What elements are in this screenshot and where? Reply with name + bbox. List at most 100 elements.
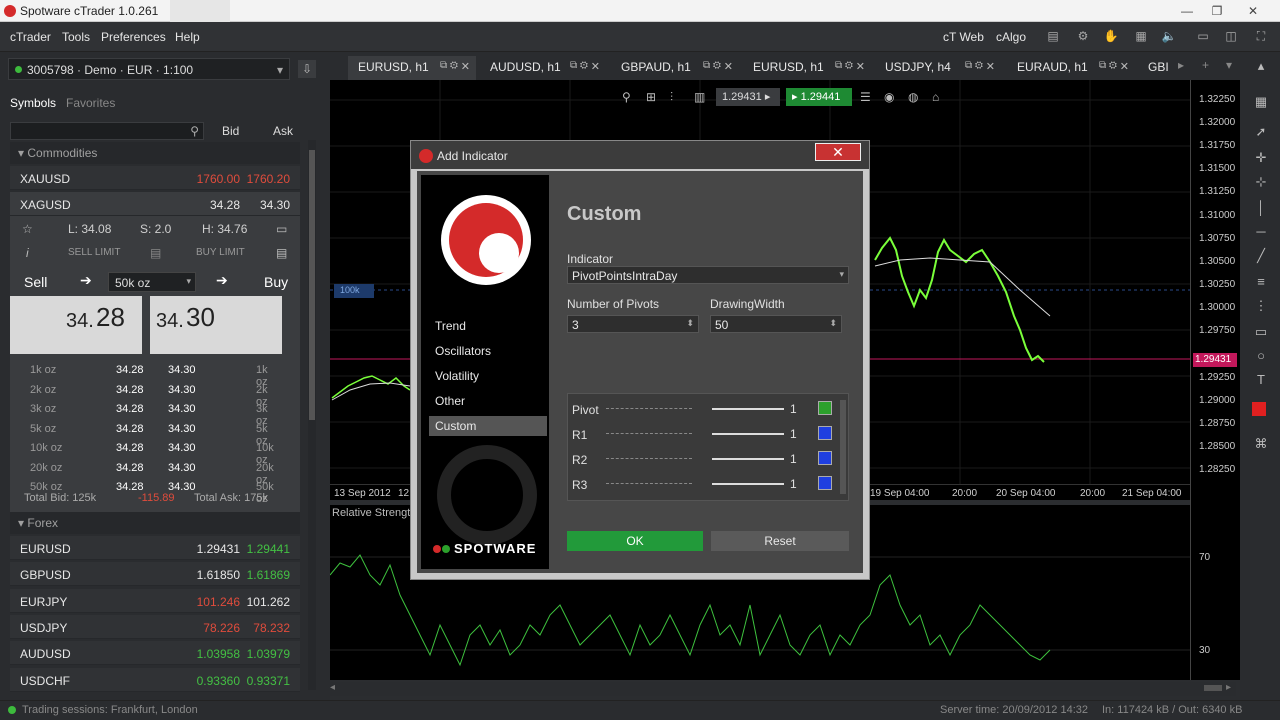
dialog-close-button[interactable]: ✕ (815, 143, 861, 161)
line-row-r2[interactable]: R2 1 (572, 448, 846, 470)
menu-help[interactable]: Help (175, 30, 200, 44)
buy-quick-button[interactable]: ▸ 1.29441 (786, 88, 852, 106)
sell-limit-button[interactable]: SELL LIMIT (68, 247, 120, 258)
grid-icon[interactable]: ▦ (1252, 94, 1270, 112)
scrollbar-thumb[interactable] (309, 150, 315, 420)
ladder-row[interactable]: 5k oz 34.28 34.30 5k oz (10, 423, 282, 447)
minimize-button[interactable]: — (1176, 2, 1198, 20)
order-icon[interactable]: ▤ (150, 246, 161, 260)
crosshair-icon[interactable]: ⊞ (646, 90, 656, 104)
sell-button[interactable]: 34. 28 (10, 296, 142, 354)
info-icon[interactable]: i (26, 246, 29, 260)
close-icon[interactable]: ✕ (461, 60, 470, 73)
tab-scroll-right-icon[interactable]: ▸ (1178, 58, 1184, 72)
panel-icon[interactable]: ◫ (1222, 29, 1240, 45)
tab-chart-2[interactable]: AUDUSD, h1 ⧉ ⚙ ✕ (480, 56, 606, 80)
calendar-icon[interactable]: ▦ (1132, 29, 1150, 45)
quantity-selector[interactable]: 50k oz ▾ (108, 272, 196, 292)
tabs-menu-icon[interactable]: ▾ (1226, 58, 1232, 72)
chart-type-icon[interactable]: ▥ (694, 90, 705, 104)
menu-tools[interactable]: Tools (62, 30, 90, 44)
fullscreen-icon[interactable]: ⛶ (1252, 29, 1270, 45)
horizontal-line-icon[interactable]: ─ (1252, 224, 1270, 242)
camera-icon[interactable]: ⌘ (1252, 436, 1270, 454)
line-style-select[interactable] (606, 433, 692, 434)
symbol-row-usdjpy[interactable]: USDJPY 78.226 78.232 (10, 614, 300, 639)
ladder-row[interactable]: 10k oz 34.28 34.30 10k oz (10, 442, 282, 466)
column-bid[interactable]: Bid (222, 124, 239, 138)
pivots-stepper[interactable]: 3 ⬍ (567, 315, 699, 333)
ladder-row[interactable]: 1k oz 34.28 34.30 1k oz (10, 364, 282, 388)
symbols-scrollbar[interactable] (308, 140, 316, 690)
chart-icon[interactable]: ▭ (276, 222, 287, 236)
ok-button[interactable]: OK (567, 531, 703, 551)
detach-icon[interactable]: ⧉ ⚙ (570, 60, 588, 71)
drawing-width-stepper[interactable]: 50 ⬍ (710, 315, 842, 333)
ctweb-link[interactable]: cT Web (943, 30, 984, 44)
robot-icon[interactable]: ⌂ (932, 90, 939, 104)
hand-icon[interactable]: ✋ (1102, 29, 1120, 45)
ladder-row[interactable]: 2k oz 34.28 34.30 2k oz (10, 384, 282, 408)
star-icon[interactable]: ☆ (22, 222, 33, 236)
line-style-select[interactable] (606, 408, 692, 409)
tab-chart-1[interactable]: EURUSD, h1 ⧉ ⚙ ✕ (348, 56, 476, 80)
line-row-r3[interactable]: R3 1 (572, 473, 846, 495)
price-axis[interactable]: 1.32250 1.32000 1.31750 1.31500 1.31250 1.310… (1190, 80, 1240, 680)
detach-icon[interactable]: ⧉ ⚙ (1099, 60, 1117, 71)
line-row-pivot[interactable]: Pivot 1 (572, 398, 846, 420)
stepper-icon[interactable]: ⬍ (829, 318, 837, 329)
line-style-select[interactable] (606, 458, 692, 459)
section-commodities[interactable]: ▾ Commodities (10, 142, 300, 164)
ladder-row[interactable]: 20k oz 34.28 34.30 20k oz (10, 462, 282, 486)
zoom-icon[interactable]: ⚲ (622, 90, 631, 104)
category-oscillators[interactable]: Oscillators (435, 344, 491, 358)
buy-button[interactable]: 34. 30 (150, 296, 282, 354)
tab-chart-6[interactable]: EURAUD, h1 ⧉ ⚙ ✕ (1007, 56, 1135, 80)
tab-chart-5[interactable]: USDJPY, h4 ⧉ ⚙ ✕ (875, 56, 1001, 80)
line-color-swatch[interactable] (818, 426, 832, 440)
journal-icon[interactable]: ▤ (1044, 29, 1062, 45)
tab-chart-3[interactable]: GBPAUD, h1 ⧉ ⚙ ✕ (611, 56, 739, 80)
scroll-left-icon[interactable]: ◂ (330, 682, 335, 693)
symbol-search-input[interactable]: ⚲ (10, 122, 204, 140)
account-settings-icon[interactable]: ⇩ (298, 60, 316, 78)
ladder-row[interactable]: 3k oz 34.28 34.30 3k oz (10, 403, 282, 427)
zoom-tool-icon[interactable]: ⊹ (1252, 174, 1270, 192)
detach-icon[interactable]: ⧉ ⚙ (440, 60, 458, 71)
symbol-row-eurjpy[interactable]: EURJPY 101.246 101.262 (10, 588, 300, 613)
category-volatility[interactable]: Volatility (435, 369, 479, 383)
menu-preferences[interactable]: Preferences (101, 30, 166, 44)
symbol-row-usdchf[interactable]: USDCHF 0.93360 0.93371 (10, 667, 300, 692)
rectangle-icon[interactable]: ▭ (1252, 324, 1270, 342)
sell-quick-button[interactable]: 1.29431 ▸ (716, 88, 780, 106)
line-list-scrollbar[interactable] (840, 400, 846, 494)
period-icon[interactable]: ⫶ (670, 90, 673, 105)
line-width[interactable]: 1 (790, 427, 797, 441)
text-icon[interactable]: T (1252, 372, 1270, 390)
column-ask[interactable]: Ask (273, 124, 293, 138)
close-icon[interactable]: ✕ (856, 60, 865, 73)
sound-icon[interactable]: 🔈 (1160, 29, 1178, 45)
scroll-right-icon[interactable]: ▸ (1226, 682, 1231, 693)
reset-button[interactable]: Reset (711, 531, 849, 551)
cursor-icon[interactable]: ➚ (1252, 124, 1270, 142)
menu-ctrader[interactable]: cTrader (10, 30, 51, 44)
tab-chart-4[interactable]: EURUSD, h1 ⧉ ⚙ ✕ (743, 56, 871, 80)
circle-icon[interactable]: ○ (1252, 348, 1270, 366)
layout-icon[interactable]: ▭ (1194, 29, 1212, 45)
symbol-row-xauusd[interactable]: XAUUSD 1760.00 1760.20 (10, 166, 300, 190)
close-icon[interactable]: ✕ (986, 60, 995, 73)
line-width[interactable]: 1 (790, 452, 797, 466)
symbol-row-gbpusd[interactable]: GBPUSD 1.61850 1.61869 (10, 562, 300, 587)
object-icon[interactable]: ◉ (884, 90, 894, 104)
dialog-header[interactable]: Add Indicator ✕ (411, 141, 869, 169)
tab-favorites[interactable]: Favorites (66, 96, 115, 110)
scroll-thumb[interactable] (1204, 685, 1222, 691)
close-icon[interactable]: ✕ (591, 60, 600, 73)
line-color-swatch[interactable] (818, 401, 832, 415)
symbol-row-audusd[interactable]: AUDUSD 1.03958 1.03979 (10, 641, 300, 666)
scroll-up-icon[interactable]: ▴ (1252, 58, 1270, 76)
line-color-swatch[interactable] (818, 476, 832, 490)
category-other[interactable]: Other (435, 394, 465, 408)
add-tab-icon[interactable]: + (1202, 58, 1209, 72)
